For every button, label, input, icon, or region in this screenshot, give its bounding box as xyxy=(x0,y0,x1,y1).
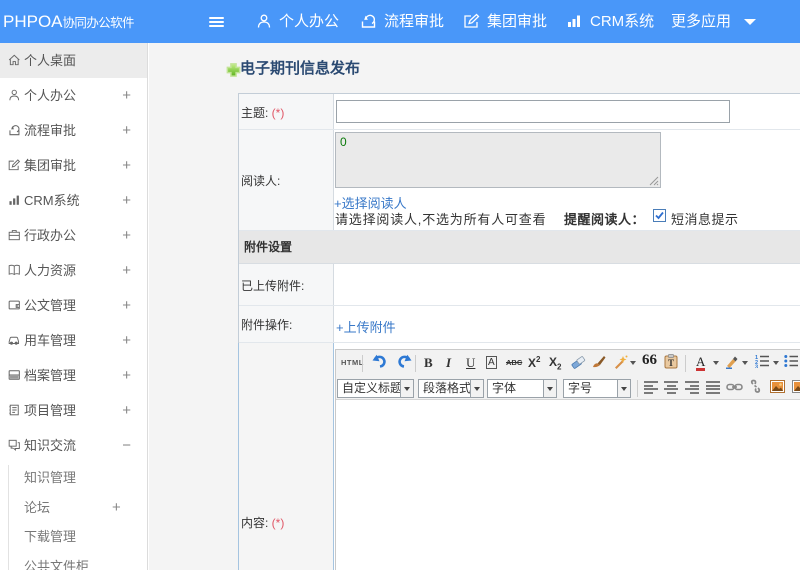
svg-text:T: T xyxy=(668,358,674,368)
svg-text:3: 3 xyxy=(755,365,758,369)
